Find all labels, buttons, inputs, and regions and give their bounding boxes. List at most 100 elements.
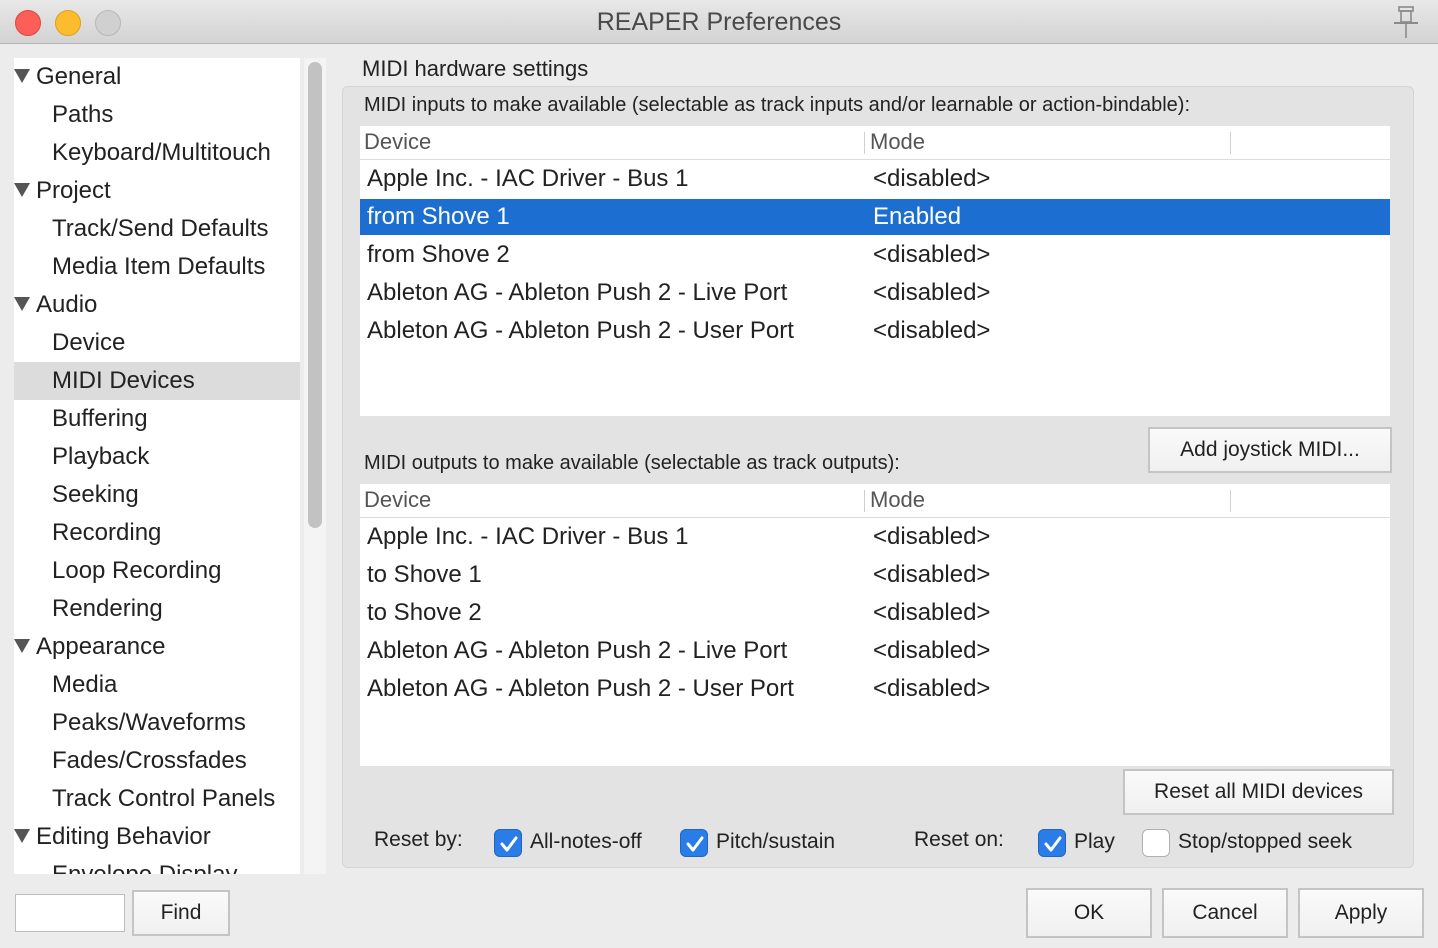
- play-checkbox[interactable]: [1038, 829, 1066, 857]
- cancel-button[interactable]: Cancel: [1162, 888, 1288, 938]
- midi-outputs-list[interactable]: Device Mode Apple Inc. - IAC Driver - Bu…: [360, 484, 1390, 766]
- sidebar-item-label: Project: [36, 177, 111, 204]
- checkmark-icon: [500, 836, 518, 852]
- sidebar-item[interactable]: General: [14, 58, 300, 96]
- device-name: to Shove 2: [367, 599, 482, 626]
- device-mode: Enabled: [873, 203, 962, 230]
- sidebar-item[interactable]: Peaks/Waveforms: [14, 704, 300, 742]
- sidebar-item[interactable]: Editing Behavior: [14, 818, 300, 856]
- disclosure-triangle-icon[interactable]: [14, 829, 30, 843]
- disclosure-triangle-icon[interactable]: [14, 639, 30, 653]
- column-header-mode[interactable]: Mode: [870, 487, 925, 513]
- stop-stopped-seek-checkbox[interactable]: [1142, 829, 1170, 857]
- device-mode: <disabled>: [873, 317, 991, 344]
- sidebar-item[interactable]: Rendering: [14, 590, 300, 628]
- device-name: Ableton AG - Ableton Push 2 - User Port: [367, 317, 794, 344]
- pitch-sustain-checkbox[interactable]: [680, 829, 708, 857]
- sidebar-item[interactable]: Media: [14, 666, 300, 704]
- pin-icon[interactable]: [1390, 4, 1422, 40]
- sidebar-item[interactable]: MIDI Devices: [14, 362, 300, 400]
- section-title: MIDI hardware settings: [362, 56, 589, 81]
- sidebar-item[interactable]: Loop Recording: [14, 552, 300, 590]
- device-row[interactable]: Apple Inc. - IAC Driver - Bus 1 <disabled…: [360, 161, 1390, 197]
- device-name: Ableton AG - Ableton Push 2 - User Port: [367, 675, 794, 702]
- title-bar: REAPER Preferences: [0, 0, 1438, 44]
- sidebar-item-label: Audio: [36, 291, 98, 318]
- tree-scrollbar-thumb[interactable]: [308, 62, 322, 528]
- window-title: REAPER Preferences: [596, 8, 842, 36]
- sidebar-item-label: Fades/Crossfades: [52, 747, 247, 774]
- device-row[interactable]: Ableton AG - Ableton Push 2 - User Port <…: [360, 313, 1390, 349]
- sidebar-item[interactable]: Seeking: [14, 476, 300, 514]
- sidebar-item[interactable]: Keyboard/Multitouch: [14, 134, 300, 172]
- sidebar-item-label: Paths: [52, 101, 114, 128]
- device-mode: <disabled>: [873, 241, 991, 268]
- device-row[interactable]: Ableton AG - Ableton Push 2 - User Port <…: [360, 671, 1390, 707]
- device-row[interactable]: from Shove 2 <disabled>: [360, 237, 1390, 273]
- sidebar-item[interactable]: Appearance: [14, 628, 300, 666]
- sidebar-item-label: Track Control Panels: [52, 785, 276, 812]
- column-divider[interactable]: [864, 490, 865, 512]
- ok-button[interactable]: OK: [1026, 888, 1152, 938]
- sidebar-item-label: Seeking: [52, 481, 139, 508]
- device-row[interactable]: from Shove 1 Enabled: [360, 199, 1390, 235]
- device-row[interactable]: Ableton AG - Ableton Push 2 - Live Port <…: [360, 275, 1390, 311]
- sidebar-item[interactable]: Fades/Crossfades: [14, 742, 300, 780]
- stop-stopped-seek-label[interactable]: Stop/stopped seek: [1178, 830, 1352, 854]
- sidebar-item[interactable]: Playback: [14, 438, 300, 476]
- sidebar-item[interactable]: Track Control Panels: [14, 780, 300, 818]
- sidebar-item-label: Loop Recording: [52, 557, 222, 584]
- column-header-mode[interactable]: Mode: [870, 129, 925, 155]
- sidebar-item-label: Buffering: [52, 405, 148, 432]
- midi-inputs-list[interactable]: Device Mode Apple Inc. - IAC Driver - Bu…: [360, 126, 1390, 416]
- sidebar-item-label: Editing Behavior: [36, 823, 211, 850]
- device-mode: <disabled>: [873, 675, 991, 702]
- sidebar-item[interactable]: Recording: [14, 514, 300, 552]
- sidebar-item-label: Rendering: [52, 595, 163, 622]
- sidebar-item-label: Peaks/Waveforms: [52, 709, 246, 736]
- all-notes-off-checkbox[interactable]: [494, 829, 522, 857]
- sidebar-item[interactable]: Envelope Display: [14, 856, 300, 874]
- checkmark-icon: [686, 836, 704, 852]
- find-input[interactable]: [15, 894, 125, 932]
- disclosure-triangle-icon[interactable]: [14, 69, 30, 83]
- device-name: to Shove 1: [367, 561, 482, 588]
- sidebar-item-label: Playback: [52, 443, 150, 470]
- column-divider[interactable]: [1230, 132, 1231, 154]
- sidebar-item-label: Recording: [52, 519, 162, 546]
- device-name: Apple Inc. - IAC Driver - Bus 1: [367, 165, 689, 192]
- device-row[interactable]: Ableton AG - Ableton Push 2 - Live Port <…: [360, 633, 1390, 669]
- sidebar-item[interactable]: Audio: [14, 286, 300, 324]
- sidebar-item[interactable]: Project: [14, 172, 300, 210]
- device-row[interactable]: Apple Inc. - IAC Driver - Bus 1 <disabled…: [360, 519, 1390, 555]
- inputs-label: MIDI inputs to make available (selectabl…: [364, 94, 1190, 116]
- sidebar-item[interactable]: Track/Send Defaults: [14, 210, 300, 248]
- reset-all-midi-devices-button[interactable]: Reset all MIDI devices: [1123, 769, 1394, 815]
- sidebar-item[interactable]: Device: [14, 324, 300, 362]
- sidebar-item-label: MIDI Devices: [52, 367, 195, 394]
- column-divider[interactable]: [1230, 490, 1231, 512]
- sidebar-item[interactable]: Paths: [14, 96, 300, 134]
- device-row[interactable]: to Shove 1 <disabled>: [360, 557, 1390, 593]
- sidebar-item-label: Media: [52, 671, 118, 698]
- sidebar-item[interactable]: Media Item Defaults: [14, 248, 300, 286]
- add-joystick-midi-button[interactable]: Add joystick MIDI...: [1148, 427, 1392, 473]
- apply-button[interactable]: Apply: [1298, 888, 1424, 938]
- sidebar-item-label: Appearance: [36, 633, 166, 660]
- sidebar-item[interactable]: Buffering: [14, 400, 300, 438]
- play-label[interactable]: Play: [1074, 830, 1115, 854]
- all-notes-off-label[interactable]: All-notes-off: [530, 830, 642, 854]
- column-divider[interactable]: [864, 132, 865, 154]
- column-header-device[interactable]: Device: [364, 487, 431, 513]
- disclosure-triangle-icon[interactable]: [14, 183, 30, 197]
- find-button[interactable]: Find: [132, 890, 230, 936]
- column-header-device[interactable]: Device: [364, 129, 431, 155]
- device-mode: <disabled>: [873, 637, 991, 664]
- reset-by-label: Reset by:: [374, 828, 463, 851]
- sidebar-item-label: Media Item Defaults: [52, 253, 266, 280]
- device-name: Apple Inc. - IAC Driver - Bus 1: [367, 523, 689, 550]
- pitch-sustain-label[interactable]: Pitch/sustain: [716, 830, 835, 854]
- disclosure-triangle-icon[interactable]: [14, 297, 30, 311]
- sidebar-item-label: General: [36, 63, 122, 90]
- device-row[interactable]: to Shove 2 <disabled>: [360, 595, 1390, 631]
